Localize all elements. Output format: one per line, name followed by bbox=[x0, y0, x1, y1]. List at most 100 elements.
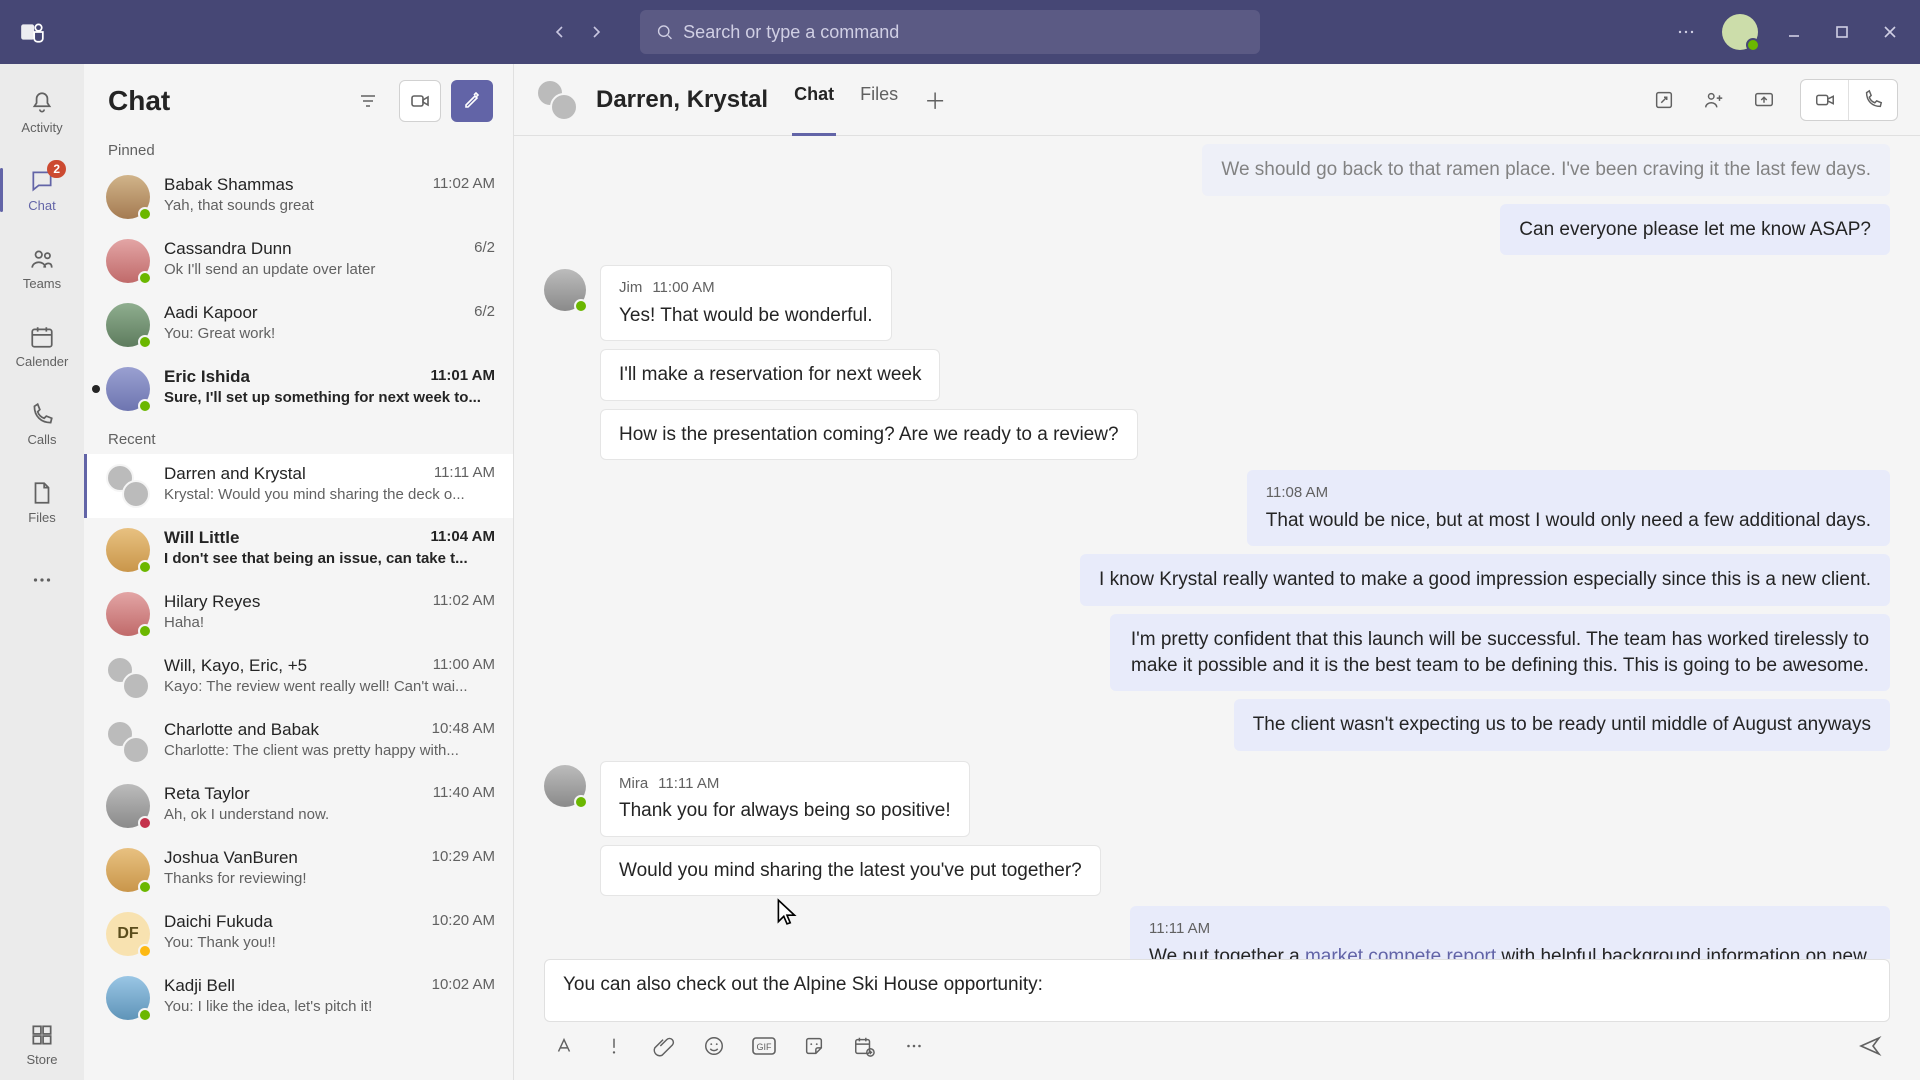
composer-toolbar: GIF bbox=[544, 1022, 1890, 1060]
compose-icon bbox=[462, 91, 482, 111]
tab-chat[interactable]: Chat bbox=[792, 64, 836, 136]
forward-button[interactable] bbox=[582, 18, 610, 46]
avatar-initials: DF bbox=[117, 925, 138, 943]
chat-preview: Thanks for reviewing! bbox=[164, 870, 495, 887]
message-link[interactable]: market compete report bbox=[1305, 946, 1496, 959]
message-bubble[interactable]: We should go back to that ramen place. I… bbox=[1202, 144, 1890, 196]
chat-row-recent-1[interactable]: Will Little11:04 AM I don't see that bei… bbox=[84, 518, 513, 582]
chat-row-recent-3[interactable]: Will, Kayo, Eric, +511:00 AM Kayo: The r… bbox=[84, 646, 513, 710]
filter-button[interactable] bbox=[347, 80, 389, 122]
search-box[interactable] bbox=[640, 10, 1260, 54]
composer[interactable] bbox=[544, 959, 1890, 1022]
open-app-button[interactable] bbox=[1644, 80, 1684, 120]
avatar bbox=[106, 976, 150, 1020]
chat-time: 10:29 AM bbox=[432, 848, 495, 868]
more-options-button[interactable] bbox=[1674, 20, 1698, 44]
message-bubble[interactable]: The client wasn't expecting us to be rea… bbox=[1234, 699, 1890, 751]
chat-items-scroll[interactable]: Pinned Babak Shammas11:02 AM Yah, that s… bbox=[84, 132, 513, 1080]
rail-activity[interactable]: Activity bbox=[0, 76, 84, 148]
chat-preview: Sure, I'll set up something for next wee… bbox=[164, 389, 495, 406]
rail-chat[interactable]: 2 Chat bbox=[0, 154, 84, 226]
chat-row-recent-4[interactable]: Charlotte and Babak10:48 AM Charlotte: T… bbox=[84, 710, 513, 774]
chat-row-recent-5[interactable]: Reta Taylor11:40 AM Ah, ok I understand … bbox=[84, 774, 513, 838]
emoji-button[interactable] bbox=[700, 1032, 728, 1060]
avatar bbox=[544, 765, 586, 807]
rail-store[interactable]: Store bbox=[0, 1008, 84, 1080]
chat-name: Cassandra Dunn bbox=[164, 239, 292, 259]
avatar bbox=[106, 367, 150, 411]
meet-now-button[interactable] bbox=[399, 80, 441, 122]
chat-row-recent-8[interactable]: Kadji Bell10:02 AM You: I like the idea,… bbox=[84, 966, 513, 1030]
rail-more[interactable] bbox=[0, 544, 84, 616]
chat-time: 11:02 AM bbox=[433, 175, 495, 195]
people-icon bbox=[29, 246, 55, 272]
message-bubble[interactable]: Jim11:00 AM Yes! That would be wonderful… bbox=[600, 265, 892, 341]
gif-button[interactable]: GIF bbox=[750, 1032, 778, 1060]
chat-name: Babak Shammas bbox=[164, 175, 293, 195]
tab-files[interactable]: Files bbox=[858, 64, 900, 136]
sticker-icon bbox=[803, 1035, 825, 1057]
message-bubble[interactable]: I'm pretty confident that this launch wi… bbox=[1110, 614, 1890, 691]
more-apps-button[interactable] bbox=[900, 1032, 928, 1060]
format-button[interactable] bbox=[550, 1032, 578, 1060]
rail-calls[interactable]: Calls bbox=[0, 388, 84, 460]
chat-row-recent-7[interactable]: DF Daichi Fukuda10:20 AM You: Thank you!… bbox=[84, 902, 513, 966]
message-other-mira: Mira11:11 AM Thank you for always being … bbox=[544, 761, 1890, 897]
chat-time: 10:02 AM bbox=[432, 976, 495, 996]
video-call-button[interactable] bbox=[1801, 80, 1849, 120]
chat-time: 11:11 AM bbox=[434, 464, 495, 484]
current-user-avatar[interactable] bbox=[1722, 14, 1758, 50]
message-bubble[interactable]: Can everyone please let me know ASAP? bbox=[1500, 204, 1890, 256]
chat-row-pinned-1[interactable]: Cassandra Dunn6/2 Ok I'll send an update… bbox=[84, 229, 513, 293]
chat-row-pinned-3[interactable]: Eric Ishida11:01 AM Sure, I'll set up so… bbox=[84, 357, 513, 421]
message-self: We should go back to that ramen place. I… bbox=[544, 144, 1890, 255]
back-button[interactable] bbox=[546, 18, 574, 46]
close-button[interactable] bbox=[1878, 20, 1902, 44]
conversation-tabs: Chat Files ＋ bbox=[792, 64, 948, 136]
message-bubble[interactable]: Mira11:11 AM Thank you for always being … bbox=[600, 761, 970, 837]
chat-row-recent-2[interactable]: Hilary Reyes11:02 AM Haha! bbox=[84, 582, 513, 646]
history-nav bbox=[546, 18, 610, 46]
rail-calendar[interactable]: Calender bbox=[0, 310, 84, 382]
conversation-actions bbox=[1644, 79, 1898, 121]
composer-input[interactable] bbox=[563, 974, 1871, 1002]
rail-files[interactable]: Files bbox=[0, 466, 84, 538]
phone-icon bbox=[29, 402, 55, 428]
send-button[interactable] bbox=[1856, 1032, 1884, 1060]
maximize-button[interactable] bbox=[1830, 20, 1854, 44]
priority-button[interactable] bbox=[600, 1032, 628, 1060]
video-icon bbox=[1814, 89, 1836, 111]
phone-icon bbox=[1862, 89, 1884, 111]
add-tab-button[interactable]: ＋ bbox=[922, 64, 948, 136]
message-bubble[interactable]: Would you mind sharing the latest you've… bbox=[600, 845, 1101, 897]
attach-button[interactable] bbox=[650, 1032, 678, 1060]
avatar bbox=[106, 303, 150, 347]
app-root: Activity 2 Chat Teams Calender Calls bbox=[0, 0, 1920, 1080]
filter-icon bbox=[358, 91, 378, 111]
messages-scroll[interactable]: We should go back to that ramen place. I… bbox=[514, 136, 1920, 959]
message-bubble[interactable]: 11:11 AM We put together a market compet… bbox=[1130, 906, 1890, 959]
message-bubble[interactable]: I know Krystal really wanted to make a g… bbox=[1080, 554, 1890, 606]
schedule-meeting-button[interactable] bbox=[850, 1032, 878, 1060]
rail-teams[interactable]: Teams bbox=[0, 232, 84, 304]
chat-name: Kadji Bell bbox=[164, 976, 235, 996]
audio-call-button[interactable] bbox=[1849, 80, 1897, 120]
chat-row-recent-6[interactable]: Joshua VanBuren10:29 AM Thanks for revie… bbox=[84, 838, 513, 902]
message-bubble[interactable]: 11:08 AM That would be nice, but at most… bbox=[1247, 470, 1890, 546]
share-screen-button[interactable] bbox=[1744, 80, 1784, 120]
message-bubble[interactable]: I'll make a reservation for next week bbox=[600, 349, 940, 401]
sticker-button[interactable] bbox=[800, 1032, 828, 1060]
message-time: 11:11 AM bbox=[658, 774, 719, 794]
chat-row-pinned-0[interactable]: Babak Shammas11:02 AM Yah, that sounds g… bbox=[84, 165, 513, 229]
new-chat-button[interactable] bbox=[451, 80, 493, 122]
chat-row-recent-0[interactable]: Darren and Krystal11:11 AM Krystal: Woul… bbox=[84, 454, 513, 518]
search-input[interactable] bbox=[683, 22, 1244, 43]
minimize-button[interactable] bbox=[1782, 20, 1806, 44]
message-bubble[interactable]: How is the presentation coming? Are we r… bbox=[600, 409, 1138, 461]
apps-icon bbox=[29, 1022, 55, 1048]
chat-row-pinned-2[interactable]: Aadi Kapoor6/2 You: Great work! bbox=[84, 293, 513, 357]
titlebar bbox=[0, 0, 1920, 64]
rail-label: Calls bbox=[28, 432, 57, 447]
add-people-button[interactable] bbox=[1694, 80, 1734, 120]
paperclip-icon bbox=[653, 1035, 675, 1057]
